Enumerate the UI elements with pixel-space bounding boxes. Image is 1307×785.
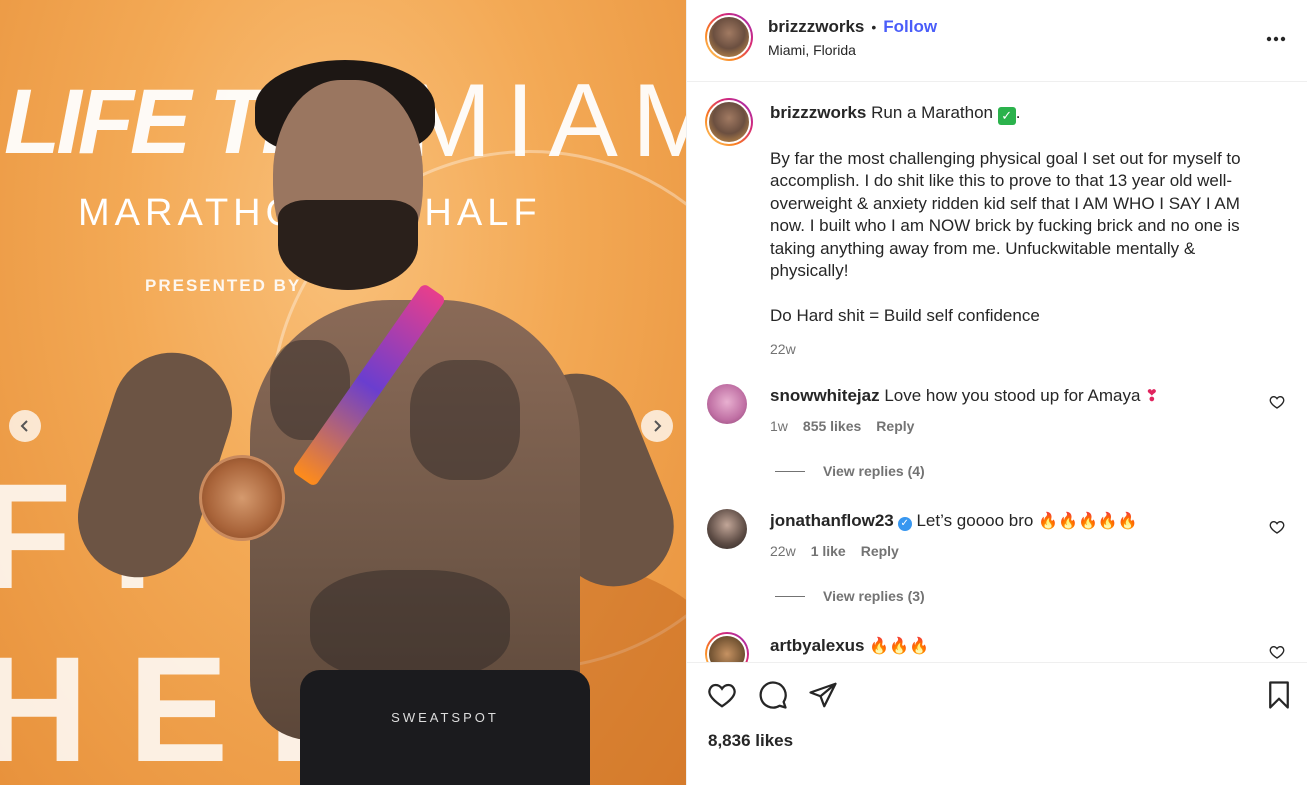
fire-emoji: 🔥🔥🔥🔥🔥 bbox=[1038, 513, 1138, 530]
caption-author-avatar[interactable] bbox=[705, 98, 753, 146]
replies-divider-line bbox=[775, 470, 805, 472]
author-username[interactable]: brizzzworks bbox=[768, 17, 864, 37]
carousel-prev-button[interactable] bbox=[9, 410, 41, 442]
comment-username[interactable]: jonathanflow23 bbox=[770, 511, 894, 530]
comment-likes[interactable]: 1 like bbox=[811, 543, 846, 559]
shorts-brand: SWEATSPOT bbox=[391, 710, 499, 725]
bookmark-icon[interactable] bbox=[1264, 680, 1294, 710]
separator-dot: • bbox=[871, 19, 877, 35]
runner-beard bbox=[278, 200, 418, 290]
heart-exclamation-emoji: ❣ bbox=[1145, 388, 1159, 405]
follow-button[interactable]: Follow bbox=[883, 17, 937, 37]
chevron-right-icon bbox=[654, 420, 662, 432]
comments-list[interactable]: brizzzworks Run a Marathon ✓. By far the… bbox=[687, 82, 1307, 662]
comment-like-icon[interactable] bbox=[1269, 519, 1285, 535]
post-photo[interactable]: LIFE TIM MIAM MARATHO AND HALF PRESENTED… bbox=[0, 0, 686, 785]
author-avatar[interactable] bbox=[705, 13, 753, 61]
chevron-left-icon bbox=[20, 420, 28, 432]
comment-reply-button[interactable]: Reply bbox=[876, 418, 914, 434]
view-replies-label: View replies (3) bbox=[823, 588, 925, 604]
finisher-medal bbox=[199, 455, 285, 541]
more-horizontal-icon bbox=[1266, 36, 1286, 42]
comment-time[interactable]: 1w bbox=[770, 418, 788, 434]
check-mark-emoji: ✓ bbox=[997, 107, 1016, 125]
fire-emoji: 🔥🔥🔥 bbox=[869, 638, 929, 655]
commenter-avatar[interactable] bbox=[707, 384, 747, 424]
caption-paragraph-2: Do Hard shit = Build self confidence bbox=[770, 306, 1040, 325]
commenter-avatar[interactable] bbox=[705, 632, 749, 662]
post-like-count[interactable]: 8,836 likes bbox=[708, 731, 793, 751]
view-replies-label: View replies (4) bbox=[823, 463, 925, 479]
comment-text: Love how you stood up for Amaya bbox=[884, 386, 1141, 405]
portrait-tattoo bbox=[310, 570, 510, 680]
commenter-avatar[interactable] bbox=[707, 509, 747, 549]
comment-like-icon[interactable] bbox=[1269, 394, 1285, 410]
carousel-next-button[interactable] bbox=[641, 410, 673, 442]
runner-shorts: SWEATSPOT bbox=[300, 670, 590, 785]
more-options-button[interactable] bbox=[1265, 28, 1287, 50]
comment-like-icon[interactable] bbox=[1269, 644, 1285, 660]
comment-likes[interactable]: 855 likes bbox=[803, 418, 861, 434]
runner-figure: SWEATSPOT bbox=[62, 60, 686, 785]
post-location[interactable]: Miami, Florida bbox=[768, 42, 937, 58]
caption-username[interactable]: brizzzworks bbox=[770, 103, 866, 122]
caption-title-end: . bbox=[1015, 103, 1021, 122]
heart-icon[interactable] bbox=[707, 680, 737, 710]
share-icon[interactable] bbox=[808, 680, 838, 710]
comment-username[interactable]: snowwhitejaz bbox=[770, 386, 880, 405]
verified-badge-icon: ✓ bbox=[897, 517, 912, 531]
post-header: brizzzworks • Follow Miami, Florida bbox=[687, 0, 1307, 82]
comment-reply-button[interactable]: Reply bbox=[861, 543, 899, 559]
comment-time[interactable]: 22w bbox=[770, 543, 796, 559]
wolf-tattoo bbox=[410, 360, 520, 480]
caption-paragraph-1: By far the most challenging physical goa… bbox=[770, 148, 1241, 281]
replies-divider-line bbox=[775, 595, 805, 597]
comment-icon[interactable] bbox=[758, 680, 788, 710]
view-replies-button[interactable]: View replies (3) bbox=[775, 588, 925, 604]
post-detail-panel: brizzzworks • Follow Miami, Florida briz… bbox=[686, 0, 1307, 785]
comment-username[interactable]: artbyalexus bbox=[770, 636, 865, 655]
caption-timestamp[interactable]: 22w bbox=[770, 338, 1270, 361]
post-actions-bar: 8,836 likes bbox=[687, 662, 1307, 785]
comment-text: Let’s goooo bro bbox=[916, 511, 1034, 530]
view-replies-button[interactable]: View replies (4) bbox=[775, 463, 925, 479]
caption-title: Run a Marathon bbox=[871, 103, 993, 122]
